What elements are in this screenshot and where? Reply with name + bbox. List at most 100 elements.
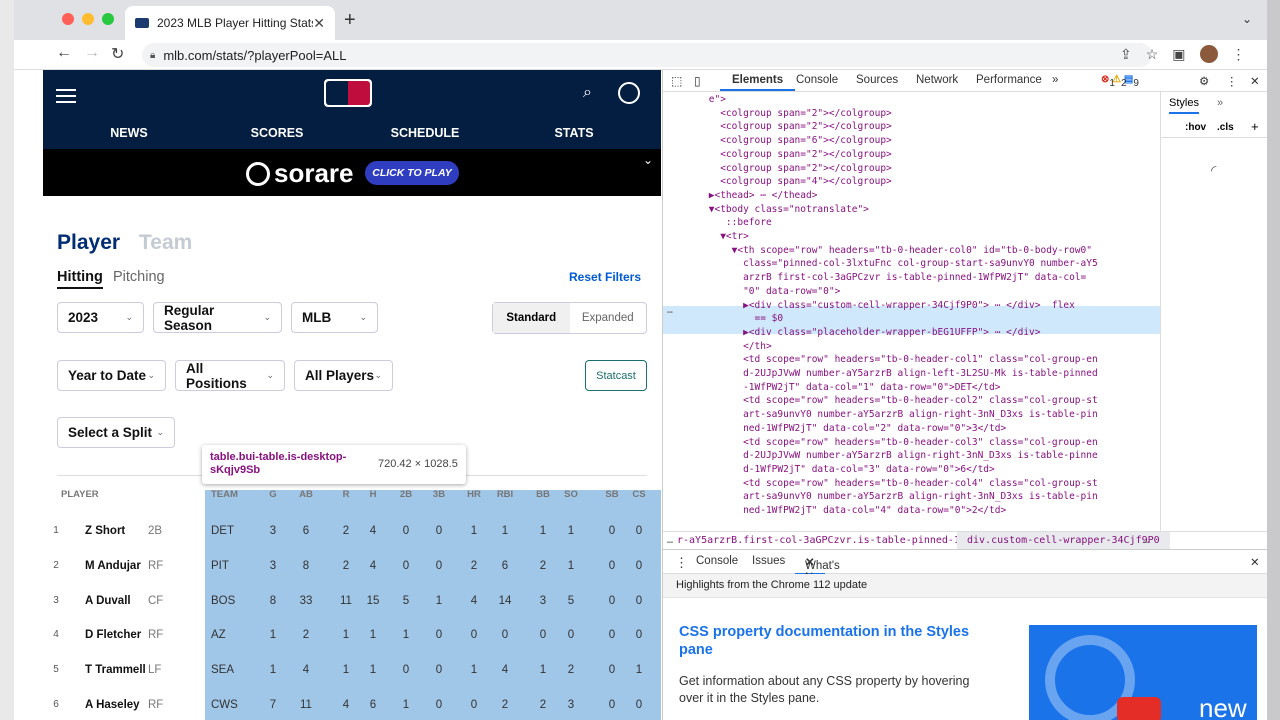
tab-player[interactable]: Player [57,231,120,255]
feature-title-link[interactable]: CSS property documentation in the Styles… [679,623,979,659]
inspect-element-icon[interactable]: ⬚ [671,74,682,88]
maximize-window-button[interactable] [102,13,114,25]
header-r[interactable]: R [336,489,356,500]
header-h[interactable]: H [363,489,383,500]
dom-node-line[interactable]: <colgroup span="6"></colgroup> [663,134,892,148]
dom-node-line[interactable]: -1WfPW2jT" data-col="1" data-row="0">DET… [663,381,1000,395]
dom-node-line[interactable]: <colgroup span="4"></colgroup> [663,175,892,189]
minimize-window-button[interactable] [82,13,94,25]
tab-performance[interactable]: Performance [976,74,1042,86]
expanded-button[interactable]: Expanded [570,303,647,333]
dom-node-line[interactable]: ned-1WfPW2jT" data-col="4" data-row="0">… [663,504,1006,518]
drawer-tab-whats-new[interactable]: What's New ✕ [795,555,840,584]
table-row[interactable]: 5 T Trammell LF SEA 1 4 1 1 0 0 1 4 1 2 0 1 [43,654,661,689]
cell-player-name[interactable]: A Haseley [85,699,155,711]
hov-toggle[interactable]: :hov [1185,122,1206,133]
close-tab-icon[interactable]: ✕ [313,15,325,32]
drawer-menu-icon[interactable]: ⋮ [675,555,688,571]
cell-player-name[interactable]: T Trammell [85,664,155,676]
add-style-rule-icon[interactable]: + [1251,119,1259,134]
dom-node-line[interactable]: class="pinned-col-3lxtuFnc col-group-sta… [663,257,1098,271]
dom-node-line[interactable]: <td scope="row" headers="tb-0-header-col… [663,353,1098,367]
share-icon[interactable]: ⇪ [1120,46,1132,63]
tab-elements[interactable]: Elements [720,74,796,91]
tab-console[interactable]: Console [796,74,838,86]
profile-avatar[interactable] [1199,45,1218,63]
more-tabs-icon[interactable]: » [1052,74,1058,86]
dom-node-line[interactable]: d-2UJpJVwW number-aY5arzrB align-left-3L… [663,367,1098,381]
dom-node-line[interactable]: <colgroup span="2"></colgroup> [663,107,892,121]
dom-node-line[interactable]: <colgroup span="2"></colgroup> [663,120,892,134]
drawer-tab-console[interactable]: Console [696,555,738,567]
header-bb[interactable]: BB [532,489,554,500]
back-icon[interactable]: ← [56,44,72,62]
new-tab-icon[interactable]: + [344,9,356,32]
browser-tab[interactable]: 2023 MLB Player Hitting Stats ✕ [125,6,335,40]
account-icon[interactable] [618,82,640,104]
tab-sources[interactable]: Sources [856,74,898,86]
dom-node-line[interactable]: "0" data-row="0"> [663,285,840,299]
header-player[interactable]: PLAYER [61,489,99,500]
dom-node-line[interactable]: ▶<div class="placeholder-wrapper-bEG1UFF… [663,326,1040,340]
device-toolbar-icon[interactable]: ▯ [694,74,701,88]
collapse-ad-chevron-icon[interactable]: ⌄ [643,153,653,167]
browser-menu-icon[interactable]: ⋮ [1232,46,1246,63]
more-options-icon[interactable]: ⋮ [1226,74,1238,88]
header-g[interactable]: G [263,489,283,500]
year-select[interactable]: 2023 ⌄ [57,302,144,333]
tab-search-chevron-icon[interactable]: ⌄ [1242,12,1252,26]
nav-schedule[interactable]: SCHEDULE [391,126,460,140]
breadcrumb-overflow-icon[interactable]: … [667,535,673,546]
cls-toggle[interactable]: .cls [1217,122,1234,133]
season-select[interactable]: Regular Season ⌄ [153,302,282,333]
header-hr[interactable]: HR [463,489,485,500]
dom-node-line[interactable]: <td scope="row" headers="tb-0-header-col… [663,436,1098,450]
nav-news[interactable]: NEWS [110,126,148,140]
settings-gear-icon[interactable]: ⚙ [1199,74,1209,88]
more-panes-icon[interactable]: » [1217,97,1223,109]
header-rbi[interactable]: RBI [492,489,518,500]
table-row[interactable]: 4 D Fletcher RF AZ 1 2 1 1 1 0 0 0 0 0 0 0 [43,619,661,654]
players-select[interactable]: All Players ⌄ [294,360,393,391]
close-drawer-icon[interactable]: ✕ [1250,555,1260,569]
sorare-ad-banner[interactable]: sorare CLICK TO PLAY ⌄ [43,149,661,196]
header-ab[interactable]: AB [295,489,317,500]
dom-node-line[interactable]: d-1WfPW2jT" data-col="3" data-row="0">6<… [663,463,995,477]
split-select[interactable]: Select a Split ⌄ [57,417,175,448]
standard-button[interactable]: Standard [493,303,570,333]
tab-pitching[interactable]: Pitching [113,269,165,285]
whats-new-video-thumbnail[interactable]: new [1029,625,1257,720]
dom-node-line[interactable]: <td scope="row" headers="tb-0-header-col… [663,477,1098,491]
hamburger-menu-icon[interactable] [56,85,76,107]
dom-node-line[interactable]: e"> [663,93,726,107]
dom-node-line[interactable]: d-2UJpJVwW number-aY5arzrB align-right-3… [663,449,1098,463]
header-team[interactable]: TEAM [211,489,238,500]
dom-node-line[interactable]: <colgroup span="2"></colgroup> [663,162,892,176]
reload-icon[interactable]: ↻ [111,44,124,64]
cell-player-name[interactable]: Z Short [85,525,155,537]
header-3b[interactable]: 3B [428,489,450,500]
cell-player-name[interactable]: D Fletcher [85,629,155,641]
reset-filters-link[interactable]: Reset Filters [569,270,641,284]
bookmark-star-icon[interactable]: ☆ [1146,46,1159,63]
dom-node-line[interactable]: art-sa9unvY0 number-aY5arzrB align-right… [663,490,1098,504]
dom-node-line[interactable]: ▶<div class="custom-cell-wrapper-34Cjf9P… [663,299,1075,313]
dom-node-line[interactable]: ned-1WfPW2jT" data-col="2" data-row="0">… [663,422,1006,436]
header-cs[interactable]: CS [628,489,650,500]
dom-node-line[interactable]: arzrB first-col-3aGPCzvr is-table-pinned… [663,271,1086,285]
dom-node-line[interactable]: ::before [663,216,772,230]
breadcrumb-td[interactable]: r-aY5arzrB.first-col-3aGPCzvr.is-table-p… [677,535,1002,546]
forward-icon[interactable]: → [84,44,100,62]
tab-hitting[interactable]: Hitting [57,269,103,289]
timeframe-select[interactable]: Year to Date ⌄ [57,360,166,391]
dom-node-line[interactable]: ▼<tr> [663,230,749,244]
address-bar[interactable]: 🔒︎ mlb.com/stats/?playerPool=ALL [142,43,1152,67]
table-row[interactable]: 3A Duvall CF BOS 8 33 11 15 5 1 4 14 3 5 0 0 [43,585,661,620]
youtube-play-icon[interactable] [1117,697,1161,720]
cell-player-name[interactable]: M Andujar [85,560,155,572]
mlb-logo[interactable] [324,79,372,107]
header-so[interactable]: SO [560,489,582,500]
dom-node-line[interactable]: ▶<thead> ⋯ </thead> [663,189,818,203]
tab-styles[interactable]: Styles [1169,97,1199,114]
league-select[interactable]: MLB ⌄ [291,302,378,333]
